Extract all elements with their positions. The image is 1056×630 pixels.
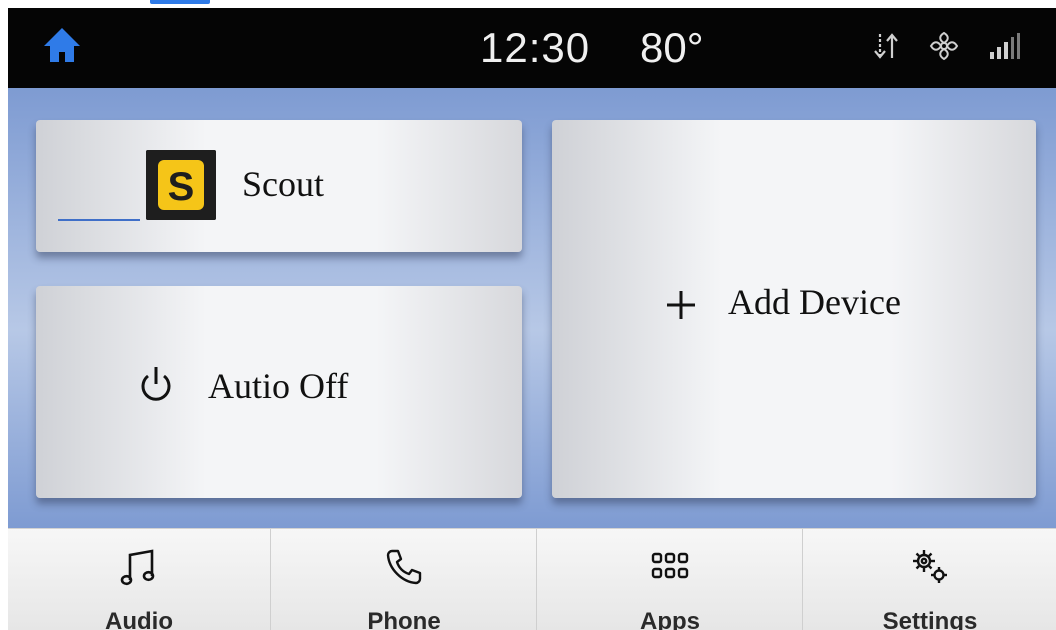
nav-phone[interactable]: Phone: [270, 529, 537, 630]
plus-icon: [667, 291, 695, 319]
nav-apps[interactable]: Apps: [536, 529, 803, 630]
selection-indicator: [58, 219, 140, 221]
gears-icon: [913, 550, 947, 583]
apps-grid-icon: [651, 552, 689, 579]
nav-settings-label: Settings: [882, 608, 978, 630]
nav-apps-label: Apps: [640, 608, 700, 630]
status-bar: 12:30 80°: [8, 8, 1056, 88]
power-icon: [141, 367, 171, 401]
add-device-button[interactable]: Add Device: [552, 120, 1036, 498]
nav-audio[interactable]: Audio: [8, 529, 270, 630]
nav-phone-label: Phone: [367, 608, 441, 630]
scout-device-button[interactable]: S Scout: [36, 120, 522, 252]
audio-off-label: Autio Off: [208, 366, 349, 406]
clock: 12:30: [480, 24, 591, 71]
signal-strength-icon: [990, 33, 1020, 59]
svg-text:S: S: [168, 165, 195, 209]
phone-icon: [386, 549, 422, 585]
nav-settings[interactable]: Settings: [802, 529, 1056, 630]
device-panel: S Scout Autio Off Add Device: [8, 88, 1056, 528]
fan-icon: [929, 31, 959, 61]
scout-label: Scout: [242, 164, 325, 204]
temperature: 80°: [640, 24, 704, 71]
home-icon[interactable]: [42, 26, 82, 64]
audio-off-button[interactable]: Autio Off: [36, 286, 522, 498]
music-note-icon: [120, 549, 155, 586]
partial-top-mark: [150, 0, 230, 4]
add-device-label: Add Device: [728, 282, 901, 322]
screen: 12:30 80° S Scout Autio Off Add Device A…: [8, 8, 1056, 630]
scout-logo-icon: S: [146, 150, 216, 220]
bottom-nav: Audio Phone Apps Settings: [8, 528, 1056, 630]
sync-arrows-icon: [874, 33, 898, 59]
nav-audio-label: Audio: [105, 608, 173, 630]
